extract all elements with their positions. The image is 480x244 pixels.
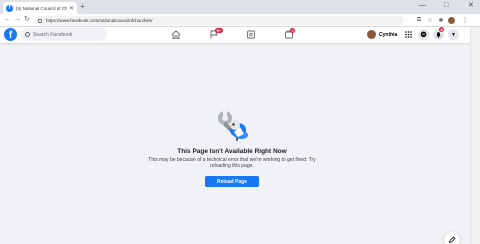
address-bar[interactable]: https://www.facebook.com/nationalcouncil… bbox=[34, 16, 404, 25]
compose-icon bbox=[448, 236, 456, 244]
notifications-badge: 8 bbox=[439, 27, 445, 32]
minimize-button[interactable]: — bbox=[419, 2, 426, 10]
bookmark-star-icon[interactable]: ☆ bbox=[426, 16, 434, 24]
groups-badge: 2 bbox=[290, 28, 296, 33]
page-scrollbar[interactable] bbox=[470, 27, 480, 244]
extensions-icon[interactable]: ✱ bbox=[437, 16, 445, 24]
error-message: This may be because of a technical error… bbox=[148, 157, 316, 169]
url-text: https://www.facebook.com/nationalcouncil… bbox=[46, 18, 153, 23]
messenger-icon bbox=[420, 31, 427, 38]
bell-icon bbox=[436, 32, 441, 38]
profile-chip[interactable]: Cynthia bbox=[367, 29, 400, 40]
lock-icon bbox=[38, 18, 42, 23]
user-name: Cynthia bbox=[379, 31, 398, 38]
nav-groups[interactable]: 2 bbox=[283, 28, 296, 40]
tab-title: (5) National Council of Churches bbox=[16, 5, 67, 11]
notifications-button[interactable]: 8 bbox=[433, 27, 445, 40]
maximize-button[interactable]: □ bbox=[444, 2, 448, 10]
search-icon bbox=[25, 32, 30, 37]
search-input[interactable] bbox=[33, 31, 103, 38]
reload-page-button[interactable]: Reload Page bbox=[205, 176, 259, 187]
caret-down-icon: ▼ bbox=[451, 31, 456, 38]
nav-home[interactable] bbox=[170, 29, 182, 40]
browser-profile-avatar[interactable] bbox=[448, 17, 455, 24]
share-icon[interactable]: ⧉ bbox=[415, 16, 423, 24]
avatar bbox=[367, 30, 376, 39]
browser-titlebar: f (5) National Council of Churches ✕ + —… bbox=[0, 0, 480, 14]
forward-button[interactable]: → bbox=[14, 15, 21, 25]
new-tab-button[interactable]: + bbox=[80, 3, 85, 11]
browser-menu-icon[interactable]: ⋮ bbox=[461, 16, 469, 24]
reload-browser-button[interactable]: ↻ bbox=[24, 15, 30, 25]
messenger-button[interactable] bbox=[418, 29, 429, 40]
pages-badge: 9+ bbox=[215, 28, 223, 33]
back-button[interactable]: ← bbox=[4, 15, 11, 25]
facebook-favicon-icon: f bbox=[6, 4, 13, 12]
nav-marketplace[interactable] bbox=[245, 29, 257, 40]
error-title: This Page Isn't Available Right Now bbox=[177, 148, 287, 155]
marketplace-icon bbox=[247, 30, 255, 39]
nav-pages[interactable]: 9+ bbox=[208, 28, 223, 40]
close-window-button[interactable]: ✕ bbox=[468, 2, 474, 10]
browser-toolbar: ← → ↻ https://www.facebook.com/nationalc… bbox=[0, 14, 480, 27]
menu-grid-button[interactable] bbox=[403, 29, 414, 40]
home-icon bbox=[171, 30, 181, 39]
browser-tab[interactable]: f (5) National Council of Churches ✕ bbox=[3, 2, 77, 14]
new-message-button[interactable] bbox=[444, 232, 460, 244]
search-box[interactable] bbox=[21, 28, 107, 41]
tab-close-icon[interactable]: ✕ bbox=[69, 5, 74, 12]
error-illustration bbox=[218, 110, 248, 141]
grid-icon bbox=[405, 31, 412, 38]
facebook-header: f 9+ 2 Cynthia bbox=[0, 27, 470, 43]
facebook-logo[interactable]: f bbox=[4, 28, 17, 41]
account-menu-button[interactable]: ▼ bbox=[448, 29, 459, 40]
